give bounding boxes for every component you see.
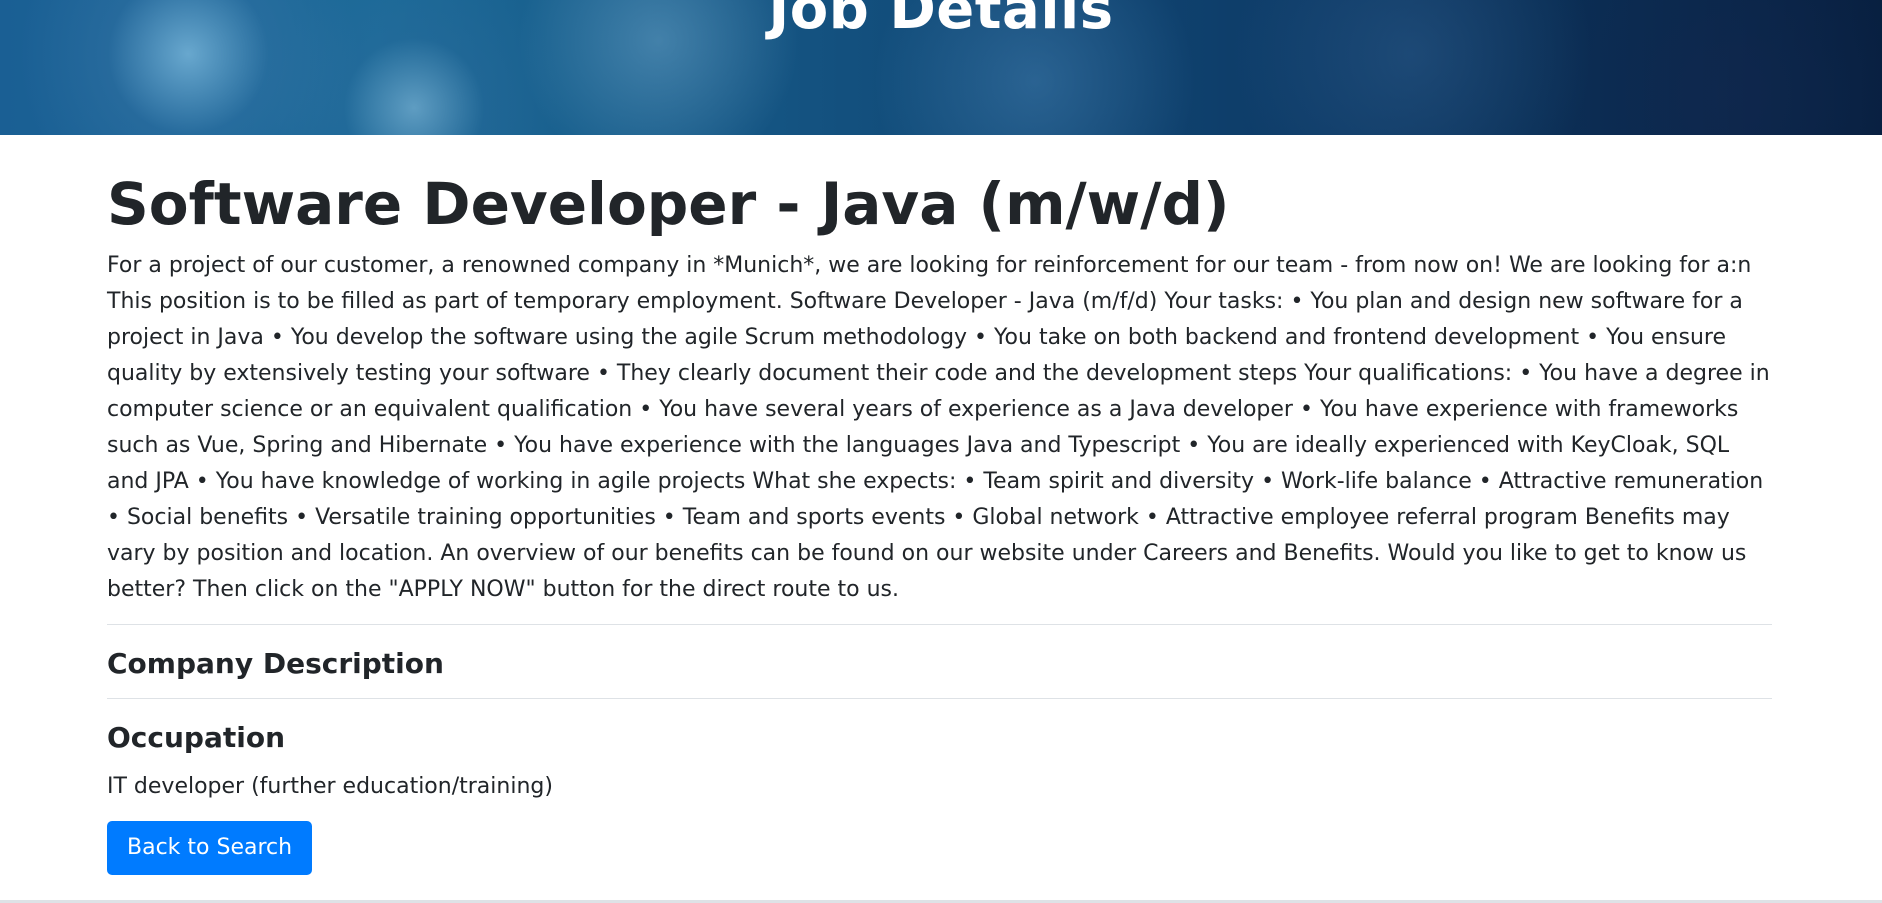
main-content: Software Developer - Java (m/w/d) For a … bbox=[107, 170, 1772, 893]
job-title: Software Developer - Java (m/w/d) bbox=[107, 170, 1230, 238]
occupation-section: Occupation IT developer (further educati… bbox=[107, 699, 1772, 893]
occupation-value: IT developer (further education/training… bbox=[107, 773, 553, 799]
job-description: For a project of our customer, a renowne… bbox=[107, 248, 1772, 625]
job-details-page: Job Details Software Developer - Java (m… bbox=[0, 0, 1882, 903]
occupation-heading: Occupation bbox=[107, 721, 286, 755]
header-banner: Job Details bbox=[0, 0, 1882, 135]
page-title: Job Details bbox=[768, 0, 1114, 42]
back-to-search-button[interactable]: Back to Search bbox=[107, 820, 313, 875]
company-description-section: Company Description bbox=[107, 625, 1772, 700]
company-description-heading: Company Description bbox=[107, 646, 444, 680]
